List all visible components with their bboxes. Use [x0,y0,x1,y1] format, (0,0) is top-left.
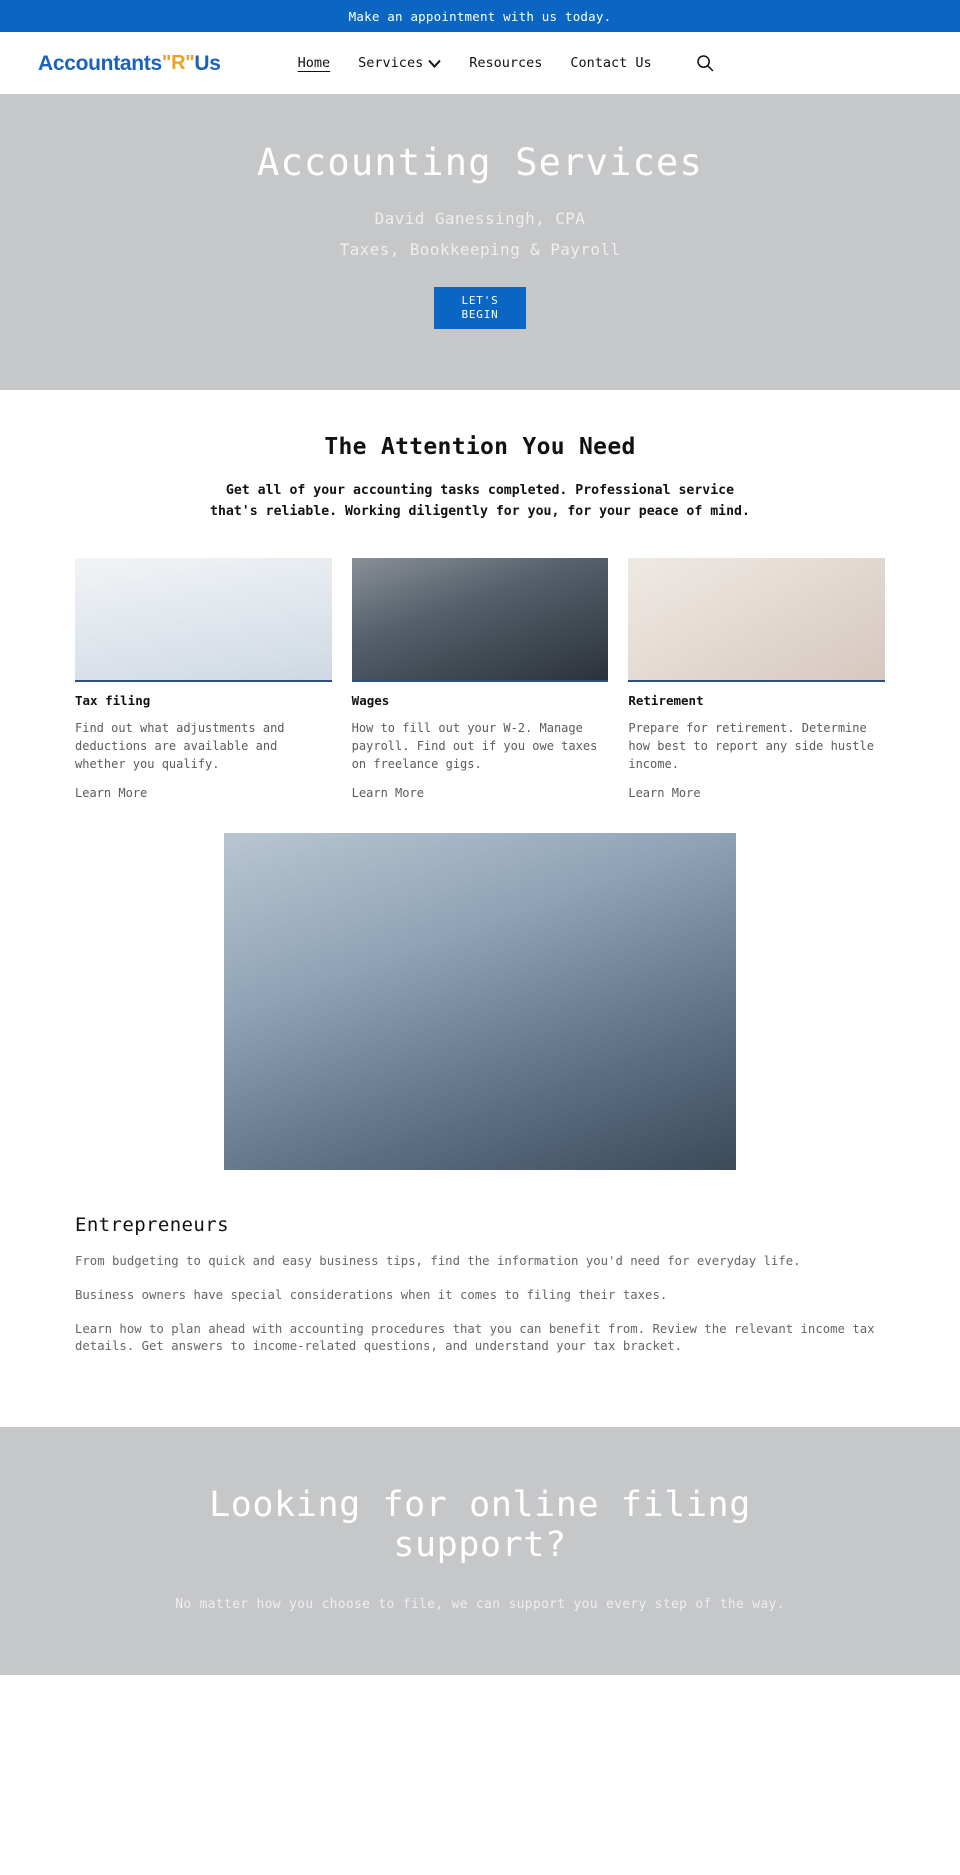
card-retirement-description: Prepare for retirement. Determine how be… [628,721,874,771]
retirement-photo [628,558,886,682]
wages-photo [351,558,609,682]
tax-filing-photo [75,558,332,682]
entrepreneurs-section: Entrepreneurs From budgeting to quick an… [75,1214,885,1427]
card-tax-filing: Tax filing Find out what adjustments and… [75,558,332,801]
nav-item-contact-us[interactable]: Contact Us [570,55,651,71]
card-retirement-learn-more[interactable]: Learn More [628,786,700,800]
card-tax-filing-description: Find out what adjustments and deductions… [75,721,285,771]
main-navigation: Home Services Resources Contact Us [298,55,652,71]
entrepreneurs-paragraph-2: Business owners have special considerati… [75,1288,668,1302]
nav-item-resources-label: Resources [469,55,543,71]
hero-subtitle-name: David Ganessingh, CPA [374,209,586,229]
card-tax-filing-learn-more[interactable]: Learn More [75,786,147,800]
nav-item-home-label: Home [297,55,331,71]
hero-title: Accounting Services [256,141,704,184]
site-header: Accountants"R"Us Home Services Resources… [0,32,960,94]
bottom-cta-subtitle: No matter how you choose to file, we can… [175,1596,785,1612]
logo-r-mark: "R" [161,51,195,74]
lets-begin-line-one: LET'S [461,294,499,308]
card-wages-description: How to fill out your W-2. Manage payroll… [351,721,598,771]
service-cards: Tax filing Find out what adjustments and… [75,558,886,801]
site-logo[interactable]: Accountants"R"Us [38,53,221,74]
card-wages-title: Wages [351,693,390,708]
attention-section: The Attention You Need Get all of your a… [0,390,960,1427]
attention-title: The Attention You Need [324,434,636,460]
attention-text: Get all of your accounting tasks complet… [210,483,750,519]
lets-begin-button[interactable]: LET'S BEGIN [434,287,526,330]
logo-part-one: Accountants [38,51,162,75]
announcement-text: Make an appointment with us today. [348,8,612,24]
chevron-down-icon [428,59,441,68]
nav-item-services-label: Services [358,55,424,71]
bottom-cta-title: Looking for online filing support? [209,1485,751,1566]
entrepreneurs-paragraph-3: Learn how to plan ahead with accounting … [75,1322,875,1353]
card-tax-filing-title: Tax filing [75,693,151,708]
team-meeting-photo [224,833,736,1170]
entrepreneurs-paragraph-1: From budgeting to quick and easy busines… [75,1254,801,1268]
nav-item-contact-us-label: Contact Us [570,55,652,71]
card-retirement-title: Retirement [628,693,704,708]
announcement-bar: Make an appointment with us today. [0,0,960,32]
card-retirement: Retirement Prepare for retirement. Deter… [628,558,886,801]
card-wages: Wages How to fill out your W-2. Manage p… [351,558,609,801]
entrepreneurs-title: Entrepreneurs [75,1214,229,1236]
hero-section: Accounting Services David Ganessingh, CP… [0,94,960,390]
nav-item-resources[interactable]: Resources [469,55,542,71]
nav-item-services[interactable]: Services [358,55,441,71]
nav-item-home[interactable]: Home [298,55,331,71]
logo-part-two: Us [194,51,221,75]
feature-image-wrap [75,833,885,1170]
hero-subtitle-services: Taxes, Bookkeeping & Payroll [339,240,621,260]
bottom-cta-section: Looking for online filing support? No ma… [0,1427,960,1675]
card-wages-learn-more[interactable]: Learn More [352,786,424,800]
lets-begin-line-two: BEGIN [461,308,499,322]
search-icon[interactable] [694,52,716,74]
